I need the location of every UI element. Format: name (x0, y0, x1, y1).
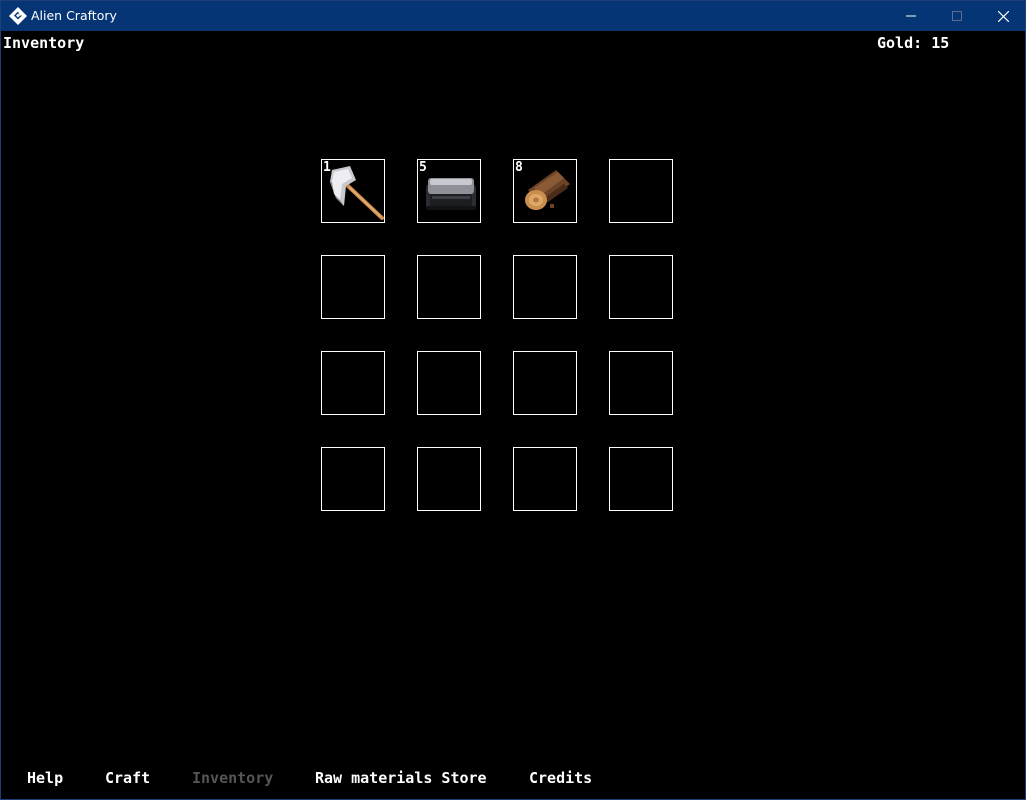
inventory-slot[interactable]: 5 (417, 159, 481, 223)
item-quantity: 8 (515, 160, 523, 175)
inventory-slot[interactable] (609, 255, 673, 319)
close-icon (997, 10, 1009, 22)
nav-credits[interactable]: Credits (529, 769, 592, 787)
inventory-slot[interactable]: 8 (513, 159, 577, 223)
gold-display: Gold: 15 (877, 34, 949, 52)
maximize-icon (952, 11, 962, 21)
screen-title: Inventory (3, 34, 85, 52)
item-quantity: 5 (419, 160, 427, 175)
nav-help[interactable]: Help (27, 769, 63, 787)
game-window: Alien Craftory Inventory Gold: 15 158 He… (0, 0, 1026, 800)
nav-inventory[interactable]: Inventory (192, 769, 273, 787)
inventory-slot[interactable] (417, 255, 481, 319)
gold-label: Gold: (877, 34, 923, 52)
app-logo-icon (9, 7, 27, 25)
maximize-button[interactable] (934, 1, 980, 31)
inventory-slot[interactable] (321, 255, 385, 319)
inventory-slot[interactable] (321, 447, 385, 511)
inventory-slot[interactable] (321, 351, 385, 415)
item-quantity: 1 (323, 160, 331, 175)
minimize-icon (906, 15, 916, 17)
title-bar[interactable]: Alien Craftory (1, 1, 1025, 31)
nav-craft[interactable]: Craft (105, 769, 150, 787)
minimize-button[interactable] (888, 1, 934, 31)
inventory-slot[interactable] (609, 351, 673, 415)
inventory-slot[interactable] (417, 351, 481, 415)
inventory-slot[interactable] (513, 447, 577, 511)
window-title: Alien Craftory (31, 8, 117, 23)
inventory-slot[interactable] (417, 447, 481, 511)
close-button[interactable] (980, 1, 1026, 31)
inventory-slot[interactable] (609, 447, 673, 511)
nav-raw-materials-store[interactable]: Raw materials Store (315, 769, 487, 787)
gold-value: 15 (931, 34, 950, 52)
inventory-slot[interactable] (513, 351, 577, 415)
game-area: Inventory Gold: 15 158 Help Craft Invent… (1, 31, 1025, 799)
inventory-slot[interactable] (609, 159, 673, 223)
inventory-slot[interactable] (513, 255, 577, 319)
inventory-slot[interactable]: 1 (321, 159, 385, 223)
